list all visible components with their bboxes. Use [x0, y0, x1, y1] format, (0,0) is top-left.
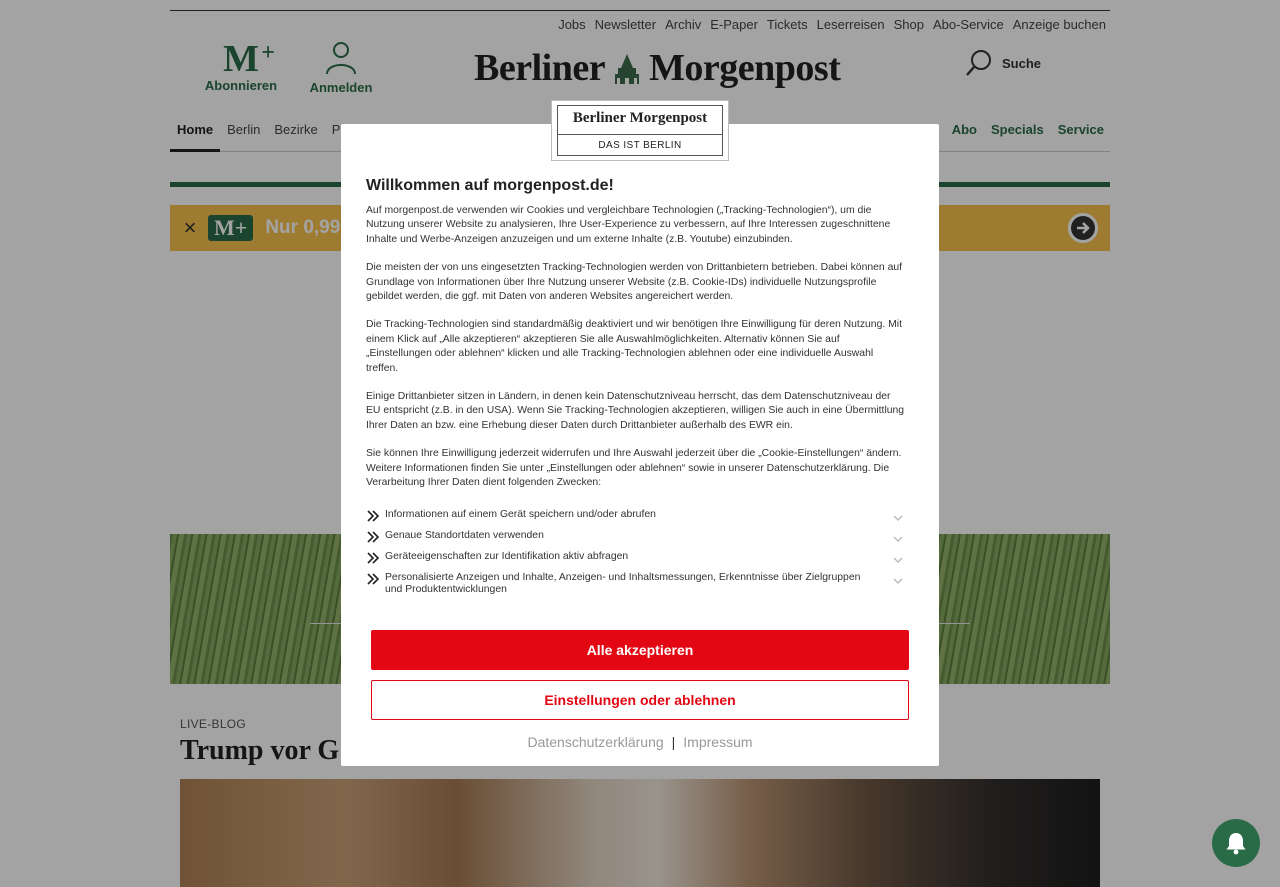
link-separator: |	[671, 734, 676, 750]
consent-logo-divider	[558, 134, 722, 135]
chevron-down-icon[interactable]	[892, 554, 904, 566]
purpose-item[interactable]: Personalisierte Anzeigen und Inhalte, An…	[366, 572, 906, 598]
consent-dialog: Willkommen auf morgenpost.de! Auf morgen…	[341, 124, 939, 766]
consent-paragraph: Sie können Ihre Einwilligung jederzeit w…	[366, 448, 902, 489]
consent-logo-frame: Berliner Morgenpost DAS IST BERLIN	[557, 105, 723, 156]
notification-bell-button[interactable]	[1212, 819, 1260, 867]
purpose-label: Informationen auf einem Gerät speichern …	[385, 509, 656, 520]
consent-footer-links: Datenschutzerklärung | Impressum	[341, 734, 939, 750]
double-chevron-right-icon	[367, 531, 380, 543]
double-chevron-right-icon	[367, 510, 380, 522]
purpose-label: Personalisierte Anzeigen und Inhalte, An…	[385, 572, 861, 595]
purpose-list: Informationen auf einem Gerät speichern …	[366, 509, 906, 598]
accept-all-button[interactable]: Alle akzeptieren	[371, 630, 909, 670]
chevron-down-icon[interactable]	[892, 533, 904, 545]
double-chevron-right-icon	[367, 573, 380, 585]
consent-title: Willkommen auf morgenpost.de!	[366, 177, 614, 194]
purpose-label: Geräteeigenschaften zur Identifikation a…	[385, 551, 629, 562]
privacy-policy-link[interactable]: Datenschutzerklärung	[527, 734, 663, 750]
settings-or-reject-button[interactable]: Einstellungen oder ablehnen	[371, 680, 909, 720]
consent-paragraph: Auf morgenpost.de verwenden wir Cookies …	[366, 205, 891, 245]
consent-paragraph: Die meisten der von uns eingesetzten Tra…	[366, 262, 903, 303]
chevron-down-icon[interactable]	[892, 575, 904, 587]
consent-logo: Berliner Morgenpost DAS IST BERLIN	[551, 100, 729, 161]
chevron-down-icon[interactable]	[892, 512, 904, 524]
consent-body: Auf morgenpost.de verwenden wir Cookies …	[366, 204, 906, 505]
purpose-item[interactable]: Genaue Standortdaten verwenden	[366, 530, 906, 551]
purpose-item[interactable]: Informationen auf einem Gerät speichern …	[366, 509, 906, 530]
double-chevron-right-icon	[367, 552, 380, 564]
imprint-link[interactable]: Impressum	[683, 734, 752, 750]
consent-paragraph: Einige Drittanbieter sitzen in Ländern, …	[366, 391, 905, 431]
consent-paragraph: Die Tracking-Technologien sind standardm…	[366, 319, 902, 374]
purpose-item[interactable]: Geräteeigenschaften zur Identifikation a…	[366, 551, 906, 572]
consent-logo-sub: DAS IST BERLIN	[598, 140, 682, 151]
purpose-label: Genaue Standortdaten verwenden	[385, 530, 544, 541]
consent-logo-name: Berliner Morgenpost	[572, 110, 708, 126]
notification-bell-icon	[1226, 833, 1246, 855]
